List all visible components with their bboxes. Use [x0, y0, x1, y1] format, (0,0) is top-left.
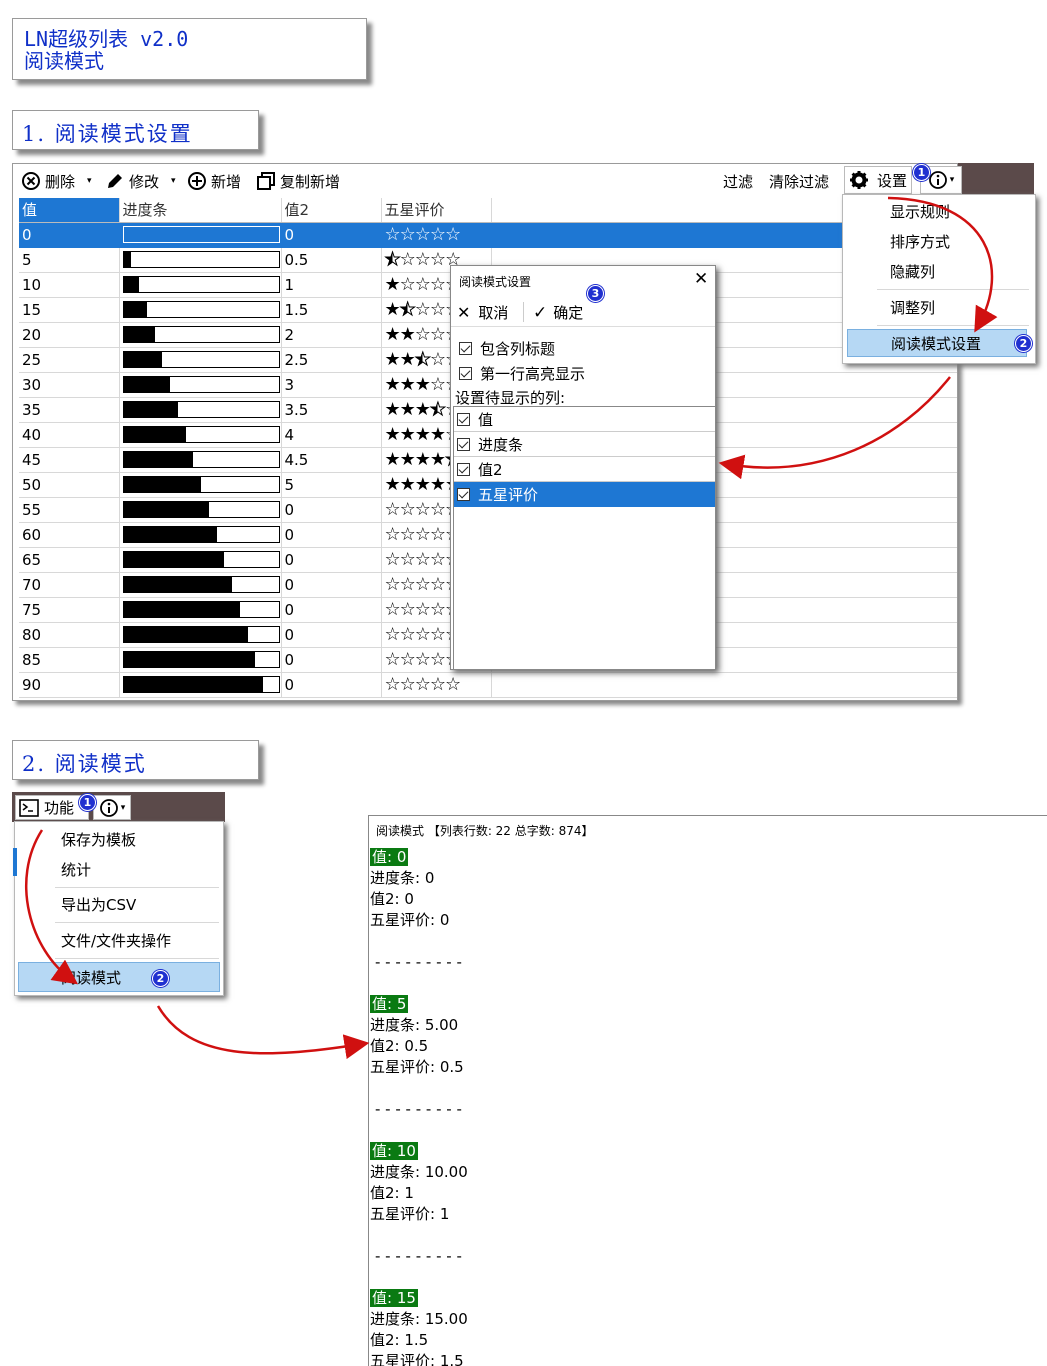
- annotation-arrows: [24, 196, 998, 1060]
- arrow-4: [156, 1005, 370, 1060]
- arrow-2: [718, 376, 951, 480]
- arrow-1: [887, 196, 998, 333]
- arrow-3: [24, 829, 79, 985]
